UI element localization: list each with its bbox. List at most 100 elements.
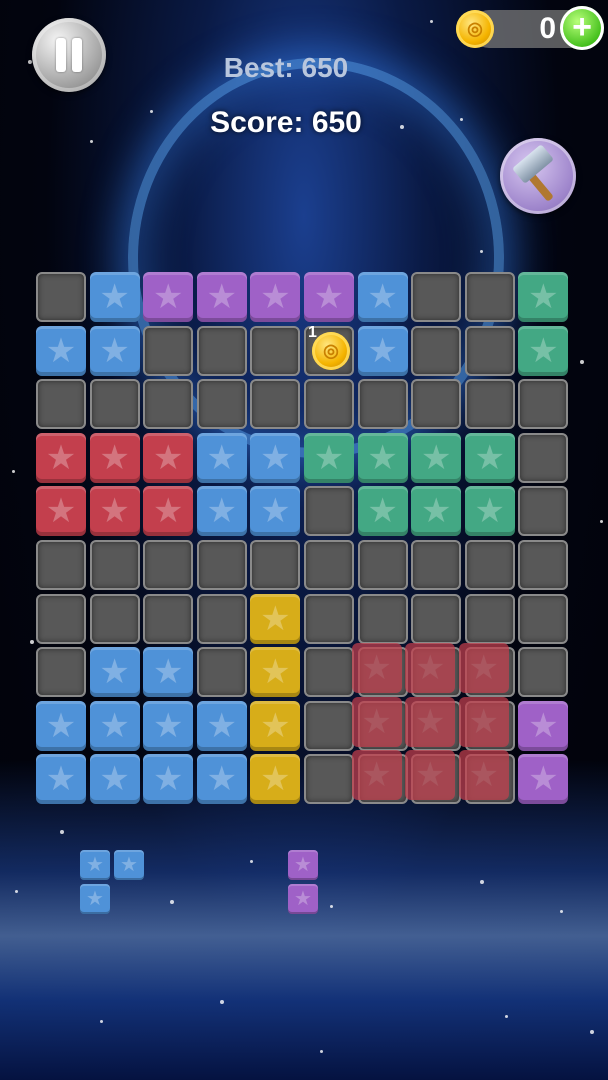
dragged-piece-block[interactable]: ★ bbox=[458, 696, 509, 747]
blue-star-block[interactable]: ★ bbox=[196, 700, 247, 751]
empty-cell[interactable] bbox=[304, 593, 354, 644]
empty-cell[interactable] bbox=[196, 647, 247, 698]
empty-cell[interactable] bbox=[304, 540, 354, 590]
purple-star-block[interactable]: ★ bbox=[518, 754, 569, 805]
empty-cell[interactable] bbox=[36, 272, 86, 322]
empty-cell[interactable] bbox=[36, 540, 86, 590]
empty-cell[interactable] bbox=[464, 593, 515, 644]
add-coins-button[interactable]: + bbox=[560, 6, 604, 50]
empty-cell[interactable] bbox=[464, 325, 515, 376]
empty-cell[interactable] bbox=[518, 432, 569, 483]
blue-star-block[interactable]: ★ bbox=[89, 325, 140, 376]
empty-cell[interactable] bbox=[143, 325, 194, 376]
empty-cell[interactable] bbox=[357, 540, 408, 590]
blue-star-block[interactable]: ★ bbox=[250, 432, 301, 483]
green-star-block[interactable]: ★ bbox=[411, 486, 462, 537]
blue-star-block[interactable]: ★ bbox=[89, 754, 140, 805]
tray-piece-block[interactable]: ★ bbox=[80, 884, 110, 914]
empty-cell[interactable] bbox=[411, 272, 462, 322]
blue-star-block[interactable]: ★ bbox=[357, 325, 408, 376]
empty-cell[interactable] bbox=[89, 593, 140, 644]
empty-cell[interactable] bbox=[89, 379, 140, 430]
empty-cell[interactable] bbox=[304, 647, 354, 698]
tray-piece-block[interactable]: ★ bbox=[288, 884, 318, 914]
empty-cell[interactable] bbox=[411, 593, 462, 644]
blue-star-block[interactable]: ★ bbox=[89, 272, 140, 322]
green-star-block[interactable]: ★ bbox=[357, 486, 408, 537]
blue-star-block[interactable]: ★ bbox=[143, 754, 194, 805]
dragged-piece-block[interactable]: ★ bbox=[405, 643, 456, 694]
blue-star-block[interactable]: ★ bbox=[196, 754, 247, 805]
empty-cell[interactable] bbox=[518, 540, 569, 590]
dragged-piece-block[interactable]: ★ bbox=[351, 643, 402, 694]
empty-cell[interactable] bbox=[304, 700, 354, 751]
empty-cell[interactable] bbox=[304, 754, 354, 805]
red-star-block[interactable]: ★ bbox=[143, 432, 194, 483]
empty-cell[interactable] bbox=[304, 379, 354, 430]
empty-cell[interactable] bbox=[464, 379, 515, 430]
tray-piece-block[interactable]: ★ bbox=[114, 850, 144, 880]
empty-cell[interactable] bbox=[196, 379, 247, 430]
blue-star-block[interactable]: ★ bbox=[36, 700, 86, 751]
empty-cell[interactable] bbox=[196, 325, 247, 376]
tray-piece-block[interactable]: ★ bbox=[288, 850, 318, 880]
empty-cell[interactable] bbox=[250, 325, 301, 376]
empty-cell[interactable] bbox=[464, 272, 515, 322]
dragged-piece-block[interactable]: ★ bbox=[405, 696, 456, 747]
empty-cell[interactable] bbox=[250, 379, 301, 430]
red-star-block[interactable]: ★ bbox=[89, 432, 140, 483]
blue-star-block[interactable]: ★ bbox=[36, 754, 86, 805]
empty-cell[interactable] bbox=[89, 540, 140, 590]
tray-piece-block[interactable]: ★ bbox=[80, 850, 110, 880]
green-star-block[interactable]: ★ bbox=[411, 432, 462, 483]
purple-star-block[interactable]: ★ bbox=[143, 272, 194, 322]
dragged-piece-block[interactable]: ★ bbox=[351, 696, 402, 747]
red-star-block[interactable]: ★ bbox=[36, 432, 86, 483]
red-star-block[interactable]: ★ bbox=[89, 486, 140, 537]
yellow-star-block[interactable]: ★ bbox=[250, 700, 301, 751]
empty-cell[interactable] bbox=[464, 540, 515, 590]
blue-star-block[interactable]: ★ bbox=[36, 325, 86, 376]
dragged-piece-block[interactable]: ★ bbox=[351, 750, 402, 801]
empty-cell[interactable] bbox=[36, 647, 86, 698]
blue-star-block[interactable]: ★ bbox=[89, 700, 140, 751]
empty-cell[interactable] bbox=[411, 325, 462, 376]
purple-star-block[interactable]: ★ bbox=[196, 272, 247, 322]
red-star-block[interactable]: ★ bbox=[36, 486, 86, 537]
purple-star-block[interactable]: ★ bbox=[518, 700, 569, 751]
purple-star-block[interactable]: ★ bbox=[304, 272, 354, 322]
green-star-block[interactable]: ★ bbox=[464, 486, 515, 537]
hammer-powerup-button[interactable] bbox=[500, 138, 576, 214]
blue-star-block[interactable]: ★ bbox=[143, 700, 194, 751]
yellow-star-block[interactable]: ★ bbox=[250, 593, 301, 644]
green-star-block[interactable]: ★ bbox=[304, 432, 354, 483]
dragged-piece-block[interactable]: ★ bbox=[405, 750, 456, 801]
green-star-block[interactable]: ★ bbox=[357, 432, 408, 483]
empty-cell[interactable] bbox=[196, 593, 247, 644]
blue-star-block[interactable]: ★ bbox=[196, 486, 247, 537]
purple-star-block[interactable]: ★ bbox=[250, 272, 301, 322]
blue-star-block[interactable]: ★ bbox=[196, 432, 247, 483]
empty-cell[interactable] bbox=[411, 540, 462, 590]
empty-cell[interactable] bbox=[518, 379, 569, 430]
blue-star-block[interactable]: ★ bbox=[143, 647, 194, 698]
empty-cell[interactable] bbox=[357, 593, 408, 644]
dragged-piece-block[interactable]: ★ bbox=[458, 750, 509, 801]
empty-cell[interactable] bbox=[196, 540, 247, 590]
empty-cell[interactable] bbox=[143, 379, 194, 430]
green-star-block[interactable]: ★ bbox=[464, 432, 515, 483]
empty-cell[interactable] bbox=[518, 593, 569, 644]
empty-cell[interactable] bbox=[518, 486, 569, 537]
empty-cell[interactable] bbox=[36, 593, 86, 644]
blue-star-block[interactable]: ★ bbox=[357, 272, 408, 322]
blue-star-block[interactable]: ★ bbox=[250, 486, 301, 537]
blue-star-block[interactable]: ★ bbox=[89, 647, 140, 698]
green-star-block[interactable]: ★ bbox=[518, 272, 569, 322]
empty-cell[interactable] bbox=[304, 486, 354, 537]
empty-cell[interactable] bbox=[411, 379, 462, 430]
empty-cell[interactable] bbox=[357, 379, 408, 430]
empty-cell[interactable] bbox=[250, 540, 301, 590]
empty-cell[interactable] bbox=[518, 647, 569, 698]
empty-cell[interactable] bbox=[143, 593, 194, 644]
yellow-star-block[interactable]: ★ bbox=[250, 754, 301, 805]
